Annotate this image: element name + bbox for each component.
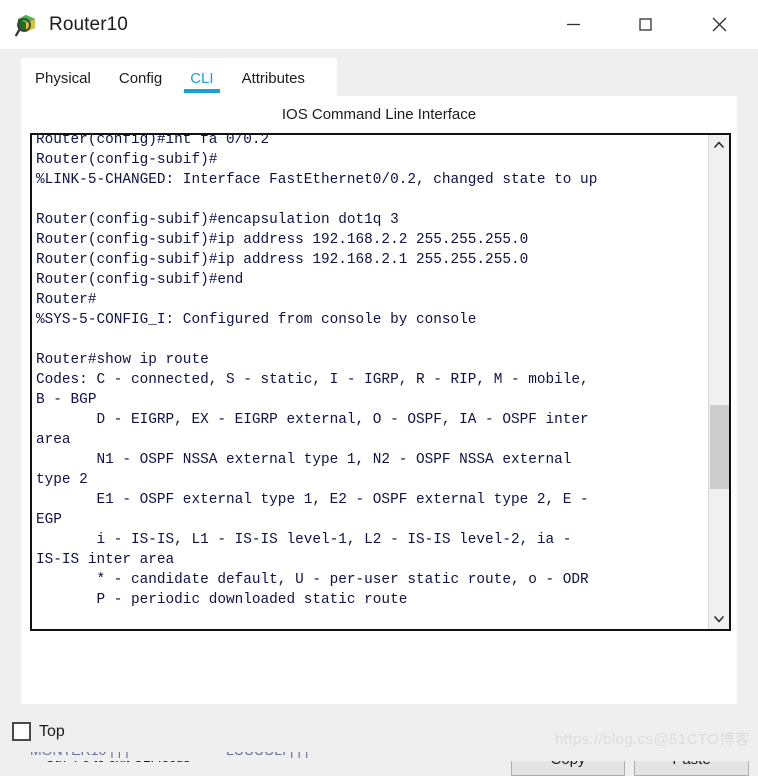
cli-scrollbar[interactable] bbox=[708, 135, 729, 629]
tab-physical[interactable]: Physical bbox=[21, 58, 105, 87]
top-checkbox-row[interactable]: Top bbox=[12, 722, 65, 741]
close-icon[interactable] bbox=[696, 0, 742, 49]
tab-config[interactable]: Config bbox=[105, 58, 176, 87]
title-bar: Router10 bbox=[0, 0, 758, 49]
maximize-icon[interactable] bbox=[622, 0, 668, 49]
cli-content-panel: IOS Command Line Interface Router(config… bbox=[21, 96, 749, 776]
minimize-icon[interactable] bbox=[550, 0, 596, 49]
router-magnifier-icon bbox=[14, 12, 40, 38]
cli-heading: IOS Command Line Interface bbox=[281, 106, 477, 123]
cli-terminal[interactable]: Router(config)#int fa 0/0.2 Router(confi… bbox=[30, 133, 731, 631]
cli-scrollbar-thumb[interactable] bbox=[710, 405, 729, 489]
clipped-bottom-text: MONTER10 | | | LUUUULI | | | bbox=[30, 752, 309, 758]
tab-cli[interactable]: CLI bbox=[176, 58, 227, 93]
title-bar-left-group: Router10 bbox=[14, 0, 128, 49]
tab-list: Physical Config CLI Attributes bbox=[21, 58, 319, 96]
window-title: Router10 bbox=[49, 13, 128, 35]
bottom-strip: Top https://blog.cs@51CTO博客 MONTER10 | |… bbox=[0, 704, 758, 761]
top-checkbox[interactable] bbox=[12, 722, 31, 741]
chevron-down-icon[interactable] bbox=[709, 609, 729, 629]
clipped-bottom-row: MONTER10 | | | LUUUULI | | | bbox=[0, 752, 758, 761]
tab-strip: Physical Config CLI Attributes bbox=[0, 49, 758, 96]
router-cli-window: Router10 Physical Config CLI Attributes bbox=[0, 0, 758, 776]
top-checkbox-label: Top bbox=[39, 722, 65, 740]
cli-terminal-text: Router(config)#int fa 0/0.2 Router(confi… bbox=[36, 133, 598, 608]
watermark: https://blog.cs@51CTO博客 bbox=[554, 731, 750, 748]
chevron-up-icon[interactable] bbox=[709, 135, 729, 155]
tab-attributes[interactable]: Attributes bbox=[228, 58, 319, 87]
